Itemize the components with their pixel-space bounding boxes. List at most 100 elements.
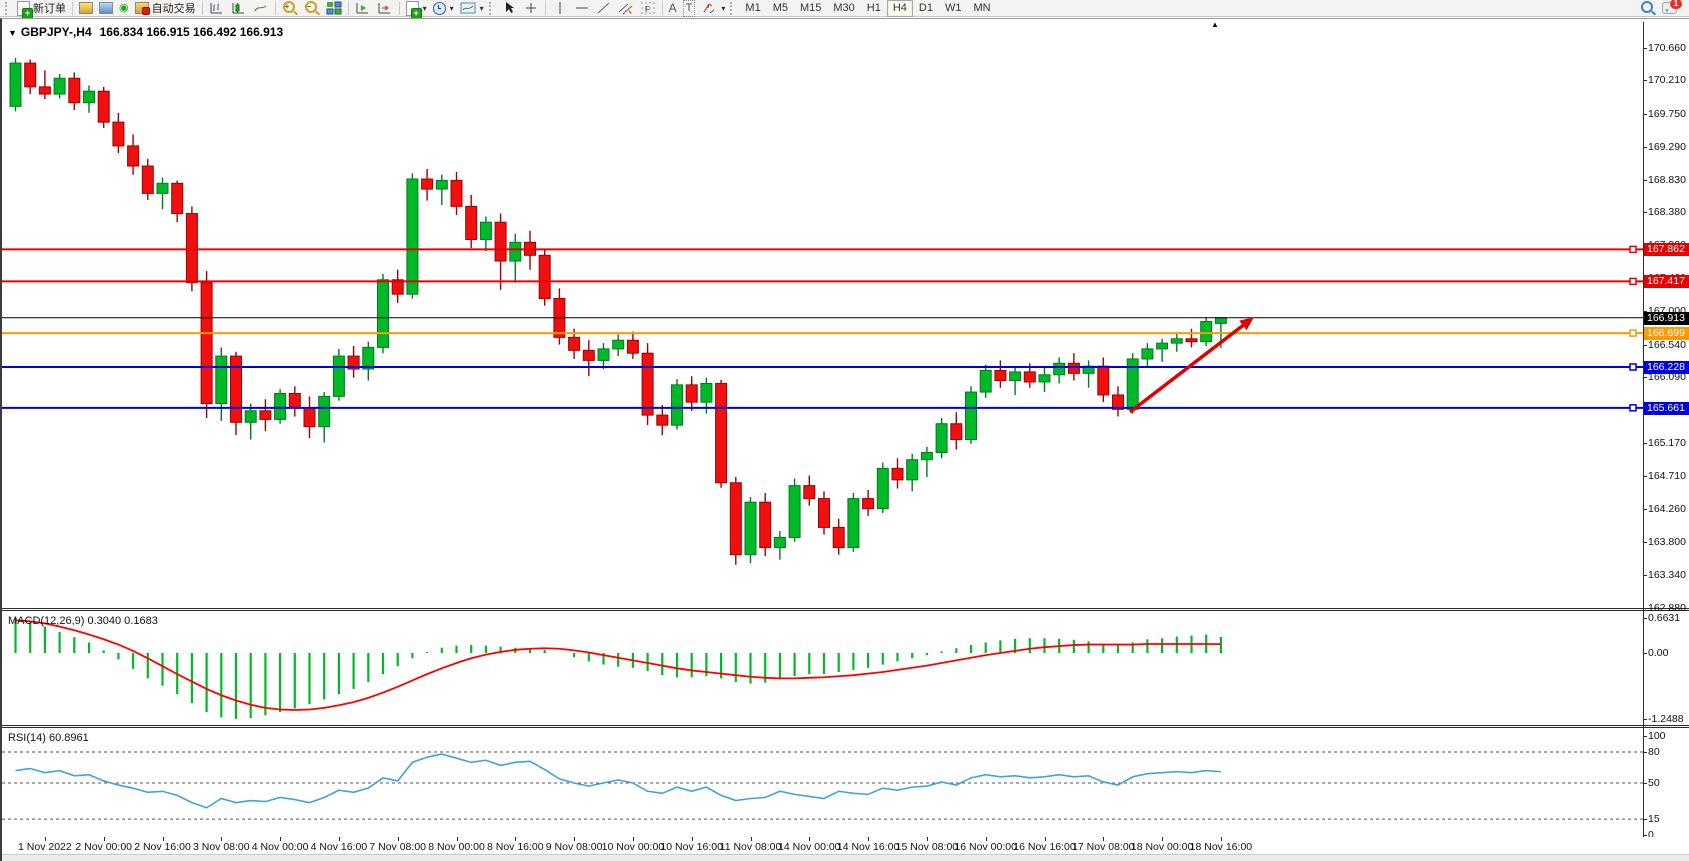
zoom-out-button[interactable]: − <box>301 1 323 16</box>
candle-body <box>877 468 888 508</box>
price-tick: 170.660 <box>1648 42 1686 55</box>
notifications-button[interactable]: 1 <box>1659 1 1680 16</box>
new-order-button[interactable]: + 新订单 <box>14 1 69 16</box>
text-icon: A <box>669 1 677 16</box>
chart-window: ▼GBPJPY-,H4166.834 166.915 166.492 166.9… <box>0 18 1689 861</box>
toolbar-grip[interactable] <box>489 2 494 15</box>
candle-body <box>966 392 977 440</box>
svg-text:F: F <box>645 5 650 14</box>
tf-m5-button[interactable]: M5 <box>767 0 794 17</box>
hline-handle[interactable] <box>1630 246 1636 252</box>
line-chart-button[interactable] <box>250 1 272 16</box>
candle-body <box>84 91 95 103</box>
charts-window-icon <box>99 2 113 14</box>
candle-body <box>54 78 65 94</box>
candle-body <box>1171 339 1182 343</box>
tf-d1-button[interactable]: D1 <box>913 0 939 17</box>
charts-window-button[interactable] <box>96 1 116 16</box>
bar-chart-button[interactable] <box>206 1 228 16</box>
horizontal-line-button[interactable] <box>571 1 593 16</box>
signals-icon: ◉ <box>119 1 129 16</box>
candle-body <box>186 214 197 283</box>
text-button[interactable]: A <box>666 1 680 16</box>
tf-h4-button[interactable]: H4 <box>887 0 913 17</box>
rsi-panel-canvas <box>2 729 1643 836</box>
vertical-line-button[interactable] <box>549 1 571 16</box>
candle-body <box>1054 363 1065 375</box>
text-label-button[interactable]: T <box>680 1 699 16</box>
candle-body <box>1010 372 1021 381</box>
candle-body <box>422 179 433 189</box>
toolbar-separator <box>202 2 203 15</box>
panel-separator-macd[interactable] <box>2 608 1689 611</box>
candle-body <box>451 180 462 206</box>
hline-handle[interactable] <box>1630 405 1636 411</box>
candle-body <box>319 396 330 426</box>
channel-button[interactable] <box>615 1 637 16</box>
tile-windows-button[interactable] <box>323 1 345 16</box>
templates-button[interactable]: ▾ <box>457 1 487 16</box>
chart-shift-button[interactable] <box>374 1 396 16</box>
toolbar-separator <box>545 2 546 15</box>
new-order-icon: + <box>17 1 30 16</box>
profile-button[interactable] <box>76 1 96 16</box>
candle-body <box>804 486 815 499</box>
search-button[interactable] <box>1637 1 1659 16</box>
indicators-button[interactable]: +▾ <box>403 1 430 16</box>
cursor-button[interactable] <box>498 1 520 16</box>
periods-button[interactable]: ▾ <box>430 1 457 16</box>
time-label: 4 Nov 00:00 <box>252 841 309 853</box>
time-label: 14 Nov 16:00 <box>837 841 899 853</box>
hline-handle[interactable] <box>1630 364 1636 370</box>
candle-body <box>921 453 932 460</box>
line-chart-icon <box>253 1 269 15</box>
arrows-button[interactable]: ▾ <box>698 1 728 16</box>
panel-separator-rsi[interactable] <box>2 725 1689 728</box>
macd-panel-canvas <box>2 612 1643 724</box>
hline-handle[interactable] <box>1630 330 1636 336</box>
chart-shift-marker[interactable]: ▲ <box>1211 20 1219 29</box>
candle-body <box>10 63 21 106</box>
price-tick: 164.260 <box>1648 503 1686 516</box>
chart-dropdown-icon[interactable]: ▼ <box>8 28 17 38</box>
candle-body <box>466 206 477 239</box>
candle-body <box>539 255 550 298</box>
tf-m30-button[interactable]: M30 <box>827 0 860 17</box>
arrows-icon <box>701 1 717 15</box>
tf-mn-button[interactable]: MN <box>967 0 996 17</box>
candle-body <box>245 411 256 423</box>
indicators-icon: + <box>406 1 419 16</box>
zoom-in-icon: + <box>283 1 295 13</box>
zoom-out-icon: − <box>305 1 317 13</box>
candle-body <box>128 146 139 166</box>
signals-button[interactable]: ◉ <box>116 1 132 16</box>
candle-body <box>1068 363 1079 373</box>
trendline-button[interactable] <box>593 1 615 16</box>
crosshair-button[interactable] <box>520 1 542 16</box>
auto-trading-icon <box>135 2 149 14</box>
tf-h1-button[interactable]: H1 <box>861 0 887 17</box>
tf-m1-button[interactable]: M1 <box>739 0 766 17</box>
toolbar-grip[interactable] <box>730 2 735 15</box>
price-tick: 170.210 <box>1648 74 1686 87</box>
toolbar-separator <box>72 2 73 15</box>
time-label: 9 Nov 08:00 <box>546 841 603 853</box>
candlestick-chart-button[interactable] <box>228 1 250 16</box>
time-axis[interactable]: 1 Nov 20222 Nov 00:002 Nov 16:003 Nov 08… <box>2 837 1689 854</box>
candle-body <box>113 122 124 146</box>
hline-handle[interactable] <box>1630 278 1636 284</box>
text-label-icon: T <box>683 0 696 17</box>
tf-w1-button[interactable]: W1 <box>939 0 968 17</box>
time-label: 2 Nov 16:00 <box>134 841 191 853</box>
candle-body <box>1024 372 1035 382</box>
tf-m15-button[interactable]: M15 <box>794 0 827 17</box>
auto-trading-button[interactable]: 自动交易 <box>132 1 199 16</box>
candle-body <box>613 340 624 349</box>
candle-body <box>598 349 609 361</box>
toolbar-grip[interactable] <box>5 2 10 15</box>
new-order-label: 新订单 <box>33 0 66 16</box>
auto-scroll-button[interactable] <box>352 1 374 16</box>
candle-body <box>672 385 683 425</box>
fibonacci-button[interactable]: F <box>637 1 659 16</box>
zoom-in-button[interactable]: + <box>279 1 301 16</box>
